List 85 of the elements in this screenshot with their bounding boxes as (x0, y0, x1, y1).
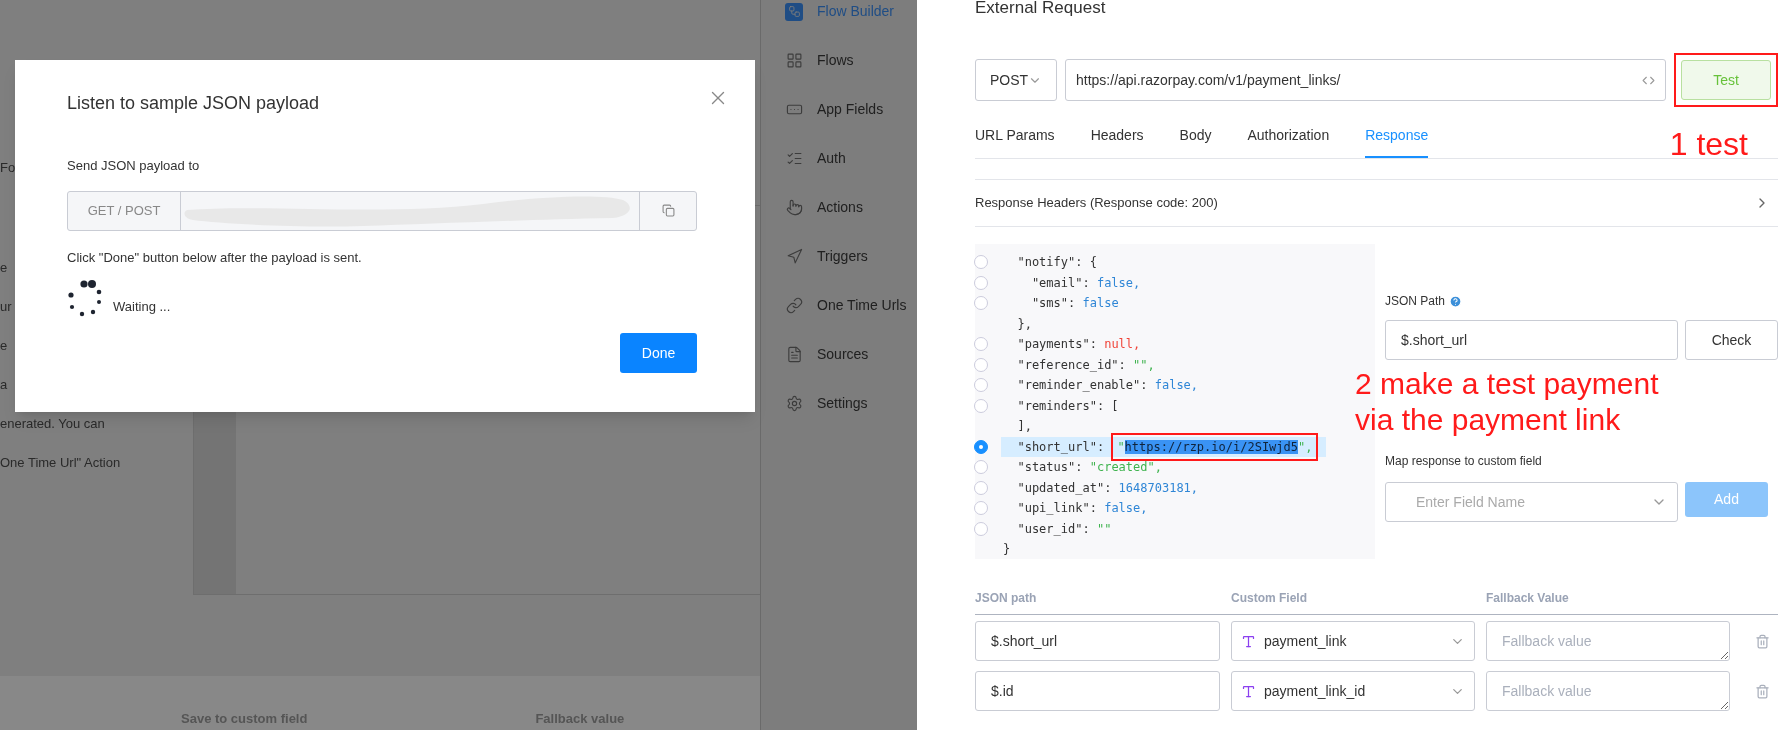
waiting-text: Waiting ... (113, 297, 171, 316)
radio-button[interactable] (974, 439, 988, 454)
text-type-icon (1241, 683, 1256, 699)
response-headers-row[interactable]: Response Headers (Response code: 200) (975, 179, 1778, 227)
sidebar-item[interactable]: Flow Builder (785, 0, 917, 23)
tab[interactable]: Headers (1090, 125, 1144, 158)
field-label: Send JSON payload to (67, 157, 201, 175)
code-line: "sms": false (1030, 295, 1120, 312)
panel-title: External Request (975, 0, 1107, 18)
document-icon (785, 345, 803, 364)
code-line: "reminder_enable": false, (1016, 377, 1200, 394)
code-line: "notify": { (1016, 254, 1098, 271)
radio-button[interactable] (974, 337, 988, 352)
radio-button[interactable] (974, 275, 988, 290)
text-type-icon (1241, 633, 1256, 649)
method-select[interactable]: POST (975, 59, 1057, 101)
test-button[interactable]: Test (1681, 60, 1771, 100)
radio-button[interactable] (974, 480, 988, 495)
sidebar-item[interactable]: One Time Urls (785, 294, 917, 317)
partial-text: ur (0, 299, 12, 315)
code-line: } (1002, 541, 1012, 558)
json-path-field[interactable]: $.short_url (975, 621, 1220, 661)
fallback-value-field[interactable]: Fallback value (1486, 671, 1730, 711)
radio-button[interactable] (974, 357, 988, 372)
annotation-text: 2 make a test payment via the payment link (1355, 366, 1660, 438)
grid-icon (785, 51, 803, 70)
code-line: "reference_id": "", (1016, 356, 1156, 374)
settings-icon (785, 394, 803, 413)
done-button[interactable]: Done (620, 333, 697, 373)
description-text: One Time Url" Action (0, 455, 121, 471)
description-text: enerated. You can (0, 416, 105, 432)
radio-button[interactable] (974, 460, 988, 475)
code-line: "reminders": [ (1016, 397, 1120, 415)
column-header: Custom Field (1231, 590, 1308, 607)
field-label: Map response to custom field (1385, 453, 1543, 470)
code-line: "upi_link": false, (1016, 500, 1149, 517)
annotation-box: "https://rzp.io/i/2SIwjd5", (1111, 432, 1319, 461)
radio-button[interactable] (974, 378, 988, 393)
sidebar-item[interactable]: App Fields (785, 98, 917, 121)
partial-text: e (0, 338, 8, 354)
code-line: "email": false, (1030, 274, 1142, 292)
url-input-field[interactable]: https://api.razorpay.com/v1/payment_links/ (1065, 59, 1666, 101)
sidebar-item[interactable]: Flows (785, 49, 917, 72)
sidebar-item[interactable]: Actions (785, 196, 917, 219)
partial-text: e (0, 260, 8, 276)
delete-icon[interactable] (1755, 633, 1770, 649)
instruction-text: Click "Done" button below after the payload is sent. (67, 248, 363, 267)
code-line: "status": "created", (1016, 459, 1163, 476)
help-icon (1449, 294, 1463, 308)
radio-button[interactable] (974, 501, 988, 516)
column-header: Fallback Value (1486, 590, 1569, 607)
fallback-value-field[interactable]: Fallback value (1486, 621, 1730, 661)
code-line: "updated_at": 1648703181, (1016, 479, 1200, 497)
field-name-select[interactable]: Enter Field Name (1385, 482, 1678, 522)
code-line: "user_id": "" (1016, 520, 1113, 538)
sidebar-item[interactable]: Sources (785, 343, 917, 366)
json-path-field[interactable]: $.short_url (1385, 320, 1678, 360)
custom-field-select[interactable]: payment_link_id (1231, 671, 1475, 711)
sidebar-item[interactable]: Settings (785, 392, 917, 415)
field-label: JSON Path (1385, 293, 1446, 310)
annotation-text: 1 test (1669, 126, 1748, 162)
code-line: ], (1016, 418, 1033, 435)
sidebar-item[interactable]: Triggers (785, 245, 917, 268)
link-icon (785, 296, 803, 315)
code-line: }, (1016, 315, 1033, 333)
radio-button[interactable] (974, 521, 988, 536)
radio-button[interactable] (974, 398, 988, 413)
code-line: "payments": null, (1016, 336, 1142, 353)
hand-pointer-icon (785, 198, 803, 217)
custom-field-select[interactable]: payment_link (1231, 621, 1475, 661)
radio-button[interactable] (974, 296, 988, 311)
tab[interactable]: Body (1179, 125, 1212, 158)
partial-text: Fo (0, 160, 16, 176)
tab[interactable]: Response (1365, 125, 1429, 158)
check-button[interactable]: Check (1685, 320, 1778, 360)
tab[interactable]: URL Params (975, 125, 1055, 158)
partial-text: a (0, 377, 8, 393)
column-header: JSON path (975, 590, 1038, 607)
delete-icon[interactable] (1755, 683, 1770, 699)
navigation-arrow-icon (785, 247, 803, 266)
radio-button[interactable] (974, 255, 988, 270)
dialog-title: Listen to sample JSON payload (67, 92, 320, 115)
sidebar-item[interactable]: Auth (785, 147, 917, 170)
tab[interactable]: Authorization (1247, 125, 1330, 158)
json-path-field[interactable]: $.id (975, 671, 1220, 711)
